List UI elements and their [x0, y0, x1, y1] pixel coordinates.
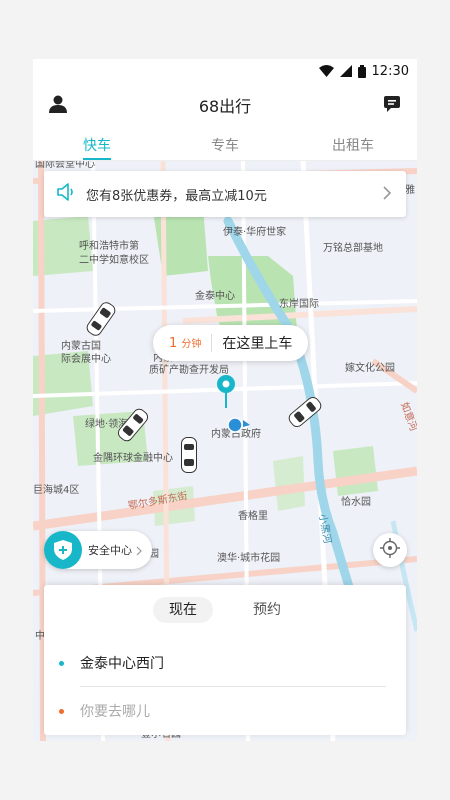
- mode-reserve[interactable]: 预约: [237, 597, 297, 623]
- panel-divider: [80, 686, 386, 687]
- pickup-dot: [59, 660, 64, 666]
- map-label: 金隅环球金融中心: [93, 453, 173, 464]
- speaker-icon: [56, 183, 76, 205]
- tab-taxi[interactable]: 出租车: [289, 125, 417, 160]
- service-tabs: 快车 专车 出租车: [33, 125, 417, 161]
- locate-button[interactable]: [373, 533, 407, 567]
- tab-premium[interactable]: 专车: [161, 125, 289, 160]
- map-label: 澳华·城市花园: [217, 553, 281, 564]
- crosshair-icon: [380, 538, 400, 562]
- message-icon[interactable]: [383, 95, 401, 117]
- map-label: 伊泰·华府世家: [223, 227, 287, 238]
- coupon-banner[interactable]: 您有8张优惠券，最高立减10元: [44, 171, 406, 217]
- map-label: 二中学如意校区: [79, 255, 149, 266]
- map-label: 巨海城4区: [33, 485, 80, 496]
- map-label: 东岸国际: [279, 299, 319, 310]
- pickup-pin-icon: [217, 375, 235, 408]
- eta-minutes: 1 分钟: [169, 336, 202, 351]
- destination-dot: [59, 708, 64, 714]
- map-label: 恰水园: [341, 497, 371, 508]
- status-time: 12:30: [371, 63, 409, 79]
- status-bar: 12:30: [33, 59, 417, 83]
- map-label: 嫁文化公园: [345, 363, 395, 374]
- chevron-right-icon: [136, 541, 142, 560]
- car-icon: [181, 437, 197, 473]
- trip-panel: 现在 预约 金泰中心西门 你要去哪儿: [44, 585, 406, 735]
- map-label: 呼和浩特市第: [79, 241, 139, 252]
- safety-center-label: 安全中心: [88, 544, 132, 557]
- signal-icon: [339, 65, 352, 77]
- time-mode-toggle: 现在 预约: [44, 597, 406, 623]
- map-label: 国际会堂中心: [35, 161, 95, 170]
- battery-icon: [357, 64, 366, 78]
- coupon-text: 您有8张优惠券，最高立减10元: [86, 188, 267, 204]
- map-label: 雅: [405, 185, 415, 196]
- bubble-divider: [211, 334, 213, 352]
- chevron-right-icon: [382, 185, 392, 205]
- current-location-icon: [227, 417, 250, 433]
- map-label: 际会展中心: [61, 354, 111, 365]
- pickup-here-text: 在这里上车: [222, 336, 293, 352]
- wifi-icon: [318, 65, 334, 77]
- app-title: 68出行: [198, 97, 252, 116]
- pickup-field[interactable]: 金泰中心西门: [44, 641, 406, 685]
- mode-now[interactable]: 现在: [153, 597, 213, 623]
- phone-screen: 12:30 68出行 快车 专车 出租车 国际会堂中心 呼和浩特市第 二中学如意…: [33, 59, 417, 741]
- app-bar: 68出行: [33, 83, 417, 125]
- pickup-location: 金泰中心西门: [80, 656, 164, 672]
- map-label: 万铭总部基地: [323, 243, 383, 254]
- shield-icon: [44, 531, 82, 569]
- tab-express[interactable]: 快车: [33, 125, 161, 160]
- destination-placeholder: 你要去哪儿: [80, 704, 150, 720]
- pickup-bubble[interactable]: 1 分钟 在这里上车: [153, 325, 309, 361]
- map-label: 金泰中心: [195, 291, 235, 302]
- safety-center-button[interactable]: 安全中心: [44, 531, 152, 569]
- map-label: 香格里: [238, 511, 268, 522]
- map-label: 内蒙古国: [61, 341, 101, 352]
- destination-field[interactable]: 你要去哪儿: [44, 689, 406, 733]
